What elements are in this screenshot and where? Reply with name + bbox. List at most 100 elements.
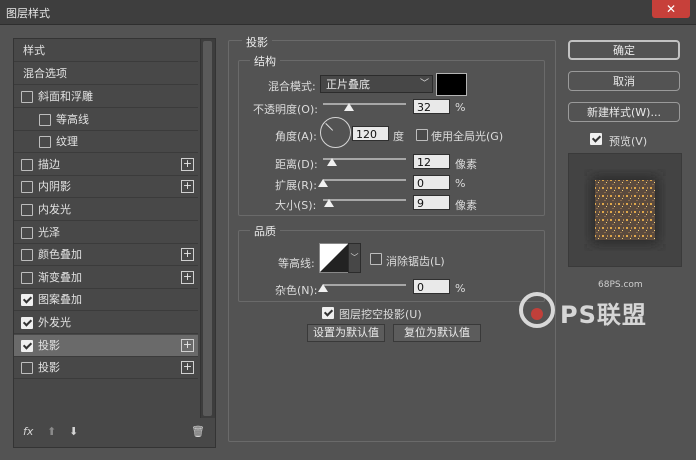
- style-checkbox[interactable]: [21, 204, 33, 216]
- style-list-item[interactable]: 斜面和浮雕: [14, 86, 198, 108]
- layer-knockout-label: 图层挖空投影(U): [339, 308, 422, 321]
- angle-input[interactable]: 120: [352, 126, 389, 141]
- opacity-slider-track[interactable]: [323, 103, 406, 105]
- style-list-toolbar: fx ⬆ ⬇ 🗑: [14, 419, 215, 447]
- style-list-item-label: 等高线: [56, 112, 89, 126]
- distance-input[interactable]: 12: [413, 154, 450, 169]
- style-checkbox[interactable]: [21, 317, 33, 329]
- add-effect-icon[interactable]: +: [181, 157, 194, 171]
- style-checkbox[interactable]: [21, 362, 33, 375]
- style-list-item-label: 光泽: [38, 225, 60, 239]
- style-list-item[interactable]: 内阴影 +: [14, 176, 198, 199]
- blend-options-label: 混合选项: [23, 67, 67, 80]
- style-list-item[interactable]: 纹理: [14, 131, 198, 154]
- style-list-item[interactable]: 外发光: [14, 312, 198, 334]
- noise-slider-track[interactable]: [323, 284, 406, 286]
- noise-input[interactable]: 0: [413, 279, 450, 294]
- style-checkbox[interactable]: [21, 271, 33, 284]
- size-slider-thumb[interactable]: [324, 199, 334, 207]
- trash-icon[interactable]: 🗑: [191, 425, 205, 438]
- style-checkbox[interactable]: [39, 113, 51, 126]
- contour-preview[interactable]: [319, 243, 349, 273]
- contour-label: 等高线:: [278, 257, 315, 270]
- size-label: 大小(S):: [275, 199, 317, 212]
- style-list-item[interactable]: 描边 +: [14, 154, 198, 176]
- antialias-checkbox[interactable]: [370, 253, 382, 265]
- reset-default-button[interactable]: 复位为默认值: [393, 324, 481, 342]
- blend-mode-label: 混合模式:: [268, 80, 316, 93]
- angle-dial[interactable]: [320, 117, 351, 148]
- layer-knockout-checkbox[interactable]: [322, 307, 334, 319]
- style-checkbox[interactable]: [21, 339, 33, 352]
- style-list-item-label: 图案叠加: [38, 293, 82, 307]
- style-list-item-label: 内发光: [38, 203, 71, 216]
- style-list-item[interactable]: 投影 +: [14, 334, 198, 357]
- preview-label: 预览(V): [609, 135, 648, 148]
- spread-input[interactable]: 0: [413, 175, 450, 190]
- style-list-item-label: 描边: [38, 157, 60, 171]
- style-list-item[interactable]: 投影 +: [14, 357, 198, 380]
- move-up-icon[interactable]: ⬆: [47, 425, 56, 438]
- cancel-button[interactable]: 取消: [568, 71, 680, 91]
- global-light-label: 使用全局光(G): [431, 130, 504, 143]
- style-checkbox[interactable]: [21, 226, 33, 239]
- new-style-button[interactable]: 新建样式(W)...: [568, 102, 680, 122]
- add-effect-icon[interactable]: +: [181, 361, 194, 375]
- fx-button[interactable]: fx: [23, 425, 33, 438]
- style-list-item[interactable]: 渐变叠加 +: [14, 267, 198, 289]
- add-effect-icon[interactable]: +: [181, 338, 194, 352]
- set-default-button[interactable]: 设置为默认值: [307, 324, 385, 342]
- add-effect-icon[interactable]: +: [181, 180, 194, 194]
- blend-options-item[interactable]: 混合选项: [14, 63, 198, 85]
- style-checkbox[interactable]: [21, 158, 33, 171]
- add-effect-icon[interactable]: +: [181, 270, 194, 284]
- style-list-item-label: 外发光: [38, 316, 71, 329]
- noise-label: 杂色(N):: [275, 284, 318, 297]
- distance-slider-thumb[interactable]: [327, 158, 337, 166]
- style-list-header[interactable]: 样式: [14, 40, 198, 62]
- style-preview: [568, 153, 682, 267]
- style-list-item[interactable]: 内发光: [14, 199, 198, 221]
- style-list-scrollbar[interactable]: [200, 39, 215, 418]
- opacity-slider-thumb[interactable]: [344, 103, 354, 111]
- ok-button[interactable]: 确定: [568, 40, 680, 60]
- contour-dropdown[interactable]: ﹀: [348, 243, 361, 273]
- size-slider-track[interactable]: [323, 199, 406, 201]
- style-list-item-label: 渐变叠加: [38, 270, 82, 284]
- chevron-down-icon: ﹀: [419, 79, 429, 89]
- style-list-item[interactable]: 光泽: [14, 222, 198, 244]
- style-list-item-label: 投影: [38, 361, 60, 375]
- spread-slider-track[interactable]: [323, 179, 406, 181]
- style-checkbox[interactable]: [21, 91, 33, 103]
- close-icon: ✕: [665, 2, 677, 16]
- spread-slider-thumb[interactable]: [318, 179, 328, 187]
- style-checkbox[interactable]: [21, 181, 33, 194]
- style-checkbox[interactable]: [21, 294, 33, 307]
- angle-unit: 度: [393, 130, 404, 143]
- shadow-color-swatch[interactable]: [436, 73, 467, 96]
- chevron-down-icon: ﹀: [350, 253, 359, 262]
- add-effect-icon[interactable]: +: [181, 248, 194, 262]
- move-down-icon[interactable]: ⬇: [69, 425, 78, 438]
- opacity-unit: %: [455, 101, 466, 114]
- style-checkbox[interactable]: [39, 136, 51, 149]
- style-list-item[interactable]: 等高线: [14, 109, 198, 131]
- style-list-item[interactable]: 图案叠加: [14, 289, 198, 312]
- size-input[interactable]: 9: [413, 195, 450, 210]
- blend-mode-select[interactable]: 正片叠底 ﹀: [320, 75, 433, 93]
- opacity-label: 不透明度(O):: [253, 103, 318, 116]
- title-bar: 图层样式 ✕: [0, 0, 696, 25]
- style-list-header-label: 样式: [23, 44, 45, 57]
- noise-unit: %: [455, 282, 466, 295]
- opacity-input[interactable]: 32: [413, 99, 450, 114]
- preview-checkbox[interactable]: [590, 133, 602, 145]
- blend-mode-value: 正片叠底: [326, 78, 370, 91]
- spread-label: 扩展(R):: [275, 179, 317, 192]
- noise-slider-thumb[interactable]: [318, 284, 328, 292]
- close-button[interactable]: ✕: [652, 0, 690, 18]
- style-list-item[interactable]: 颜色叠加 +: [14, 244, 198, 267]
- scrollbar-thumb[interactable]: [203, 41, 212, 416]
- drop-shadow-title: 投影: [242, 34, 272, 50]
- style-checkbox[interactable]: [21, 249, 33, 262]
- global-light-checkbox[interactable]: [416, 129, 428, 141]
